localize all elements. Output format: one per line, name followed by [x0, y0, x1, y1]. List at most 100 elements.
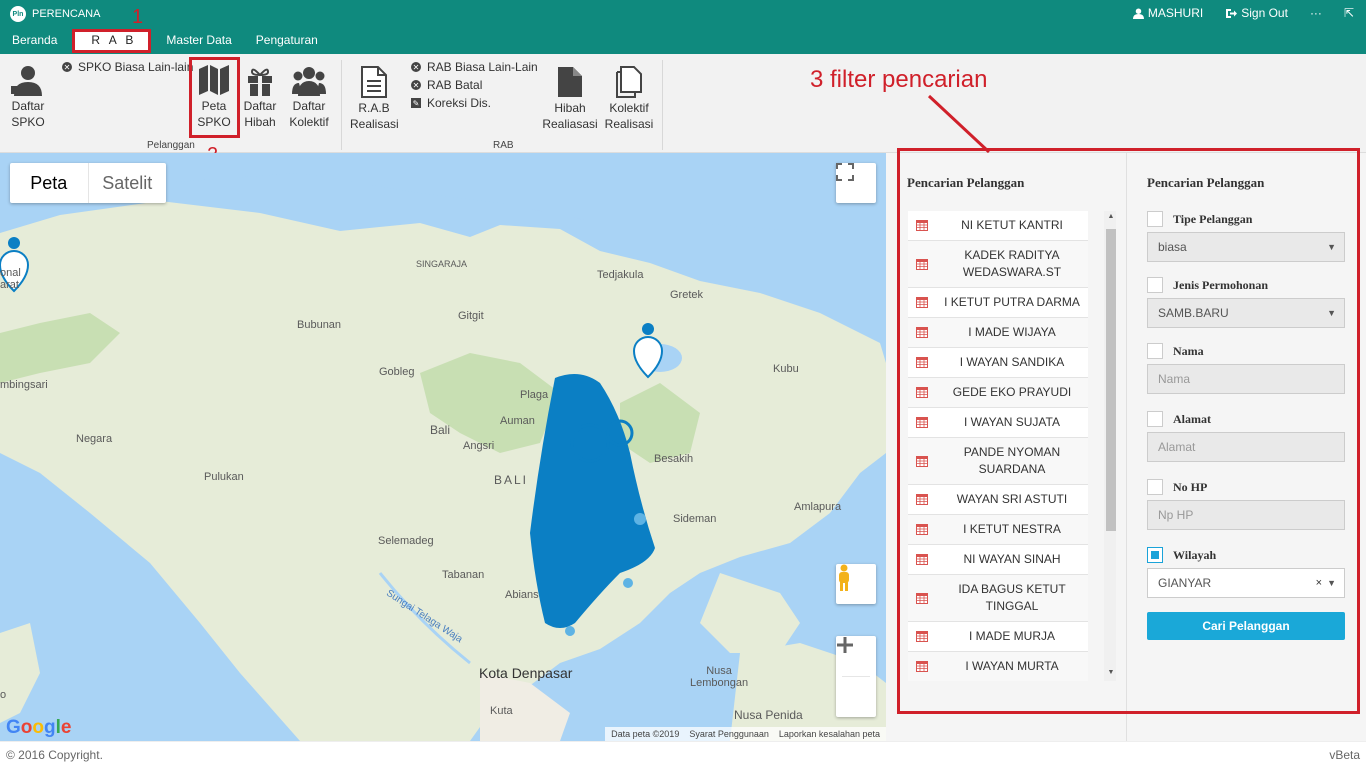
pegman-icon: [839, 564, 849, 591]
external-link-icon[interactable]: ⇱: [1344, 6, 1354, 20]
ribbon-separator: [662, 60, 663, 150]
map-label-edge-4: o: [0, 689, 7, 701]
top-bar: Pln PERENCANA MASHURI Sign Out ··· ⇱ Ber…: [0, 0, 1366, 54]
report-error-link[interactable]: Laporkan kesalahan peta: [779, 729, 880, 739]
hibah-realisasi-button[interactable]: Hibah Realiasasi: [542, 66, 598, 132]
pelanggan-group-label: Pelanggan: [147, 140, 195, 151]
rab-batal-link[interactable]: ✕ RAB Batal: [411, 78, 482, 92]
footer: © 2016 Copyright. vBeta: [0, 741, 1366, 768]
menu-beranda[interactable]: Beranda: [0, 30, 69, 52]
rab-realisasi-button[interactable]: R.A.B Realisasi: [350, 66, 399, 132]
close-circle-icon: ✕: [411, 80, 421, 90]
daftar-hibah-label-1: Daftar: [243, 99, 277, 113]
map-label-plaga: Plaga: [520, 389, 549, 401]
daftar-kolektif-label-2: Kolektif: [289, 115, 329, 129]
nusa-lembongan-line-2: Lembongan: [690, 677, 749, 689]
map-label-bali: Bali: [430, 423, 451, 437]
app-title: PERENCANA: [32, 8, 101, 20]
daftar-spko-button[interactable]: Daftar SPKO: [8, 64, 48, 130]
map-view[interactable]: SINGARAJA Tedjakula Gretek Bubunan Gitgi…: [0, 153, 886, 741]
annotation-box-peta: [189, 57, 240, 138]
map-label-tabanan: Tabanan: [442, 569, 485, 581]
map-label-edge-2: onal: [0, 267, 21, 279]
map-label-amlapura: Amlapura: [794, 501, 842, 513]
kolektif-realisasi-label-1: Kolektif: [609, 101, 649, 115]
map-label-abiansemal: Abians: [505, 589, 539, 601]
kolektif-realisasi-label-2: Realisasi: [604, 117, 654, 131]
spko-biasa-link[interactable]: ✕ SPKO Biasa Lain-lain: [62, 60, 193, 74]
map-label-negara: Negara: [76, 433, 113, 445]
map-label-bubunan: Bubunan: [297, 319, 342, 331]
rab-biasa-label: RAB Biasa Lain-Lain: [427, 60, 538, 74]
user-icon: [1132, 7, 1144, 19]
koreksi-dis-label: Koreksi Dis.: [427, 96, 492, 110]
user-name: MASHURI: [1147, 6, 1204, 20]
map-label-kuta: Kuta: [490, 705, 513, 717]
close-circle-icon: ✕: [411, 62, 421, 72]
map-label-nusa-lembongan: Nusa Lembongan: [690, 665, 748, 689]
fullscreen-button[interactable]: [836, 163, 876, 203]
map-label-gobleg: Gobleg: [379, 366, 415, 378]
menu-master-data[interactable]: Master Data: [154, 30, 243, 52]
more-menu-button[interactable]: ···: [1310, 6, 1322, 20]
copyright: © 2016 Copyright.: [6, 748, 103, 762]
map-label-gretek: Gretek: [670, 289, 704, 301]
zoom-out-icon[interactable]: [836, 636, 854, 654]
menu-rab[interactable]: R A B: [72, 29, 152, 53]
annotation-arrow: [927, 94, 991, 154]
map-label-auman: Auman: [500, 415, 535, 427]
rab-realisasi-label-2: Realisasi: [350, 117, 399, 131]
map-label-bali-region: BALI: [494, 473, 529, 487]
terms-link[interactable]: Syarat Penggunaan: [689, 729, 769, 739]
sign-out-icon: [1226, 8, 1238, 18]
map-label-sideman: Sideman: [673, 513, 717, 525]
google-logo: Google: [6, 717, 72, 738]
map-type-control: Peta Satelit: [10, 163, 166, 203]
map-type-peta[interactable]: Peta: [10, 163, 89, 203]
zoom-divider: [842, 676, 870, 677]
map-label-kubu: Kubu: [773, 363, 799, 375]
map-label-gitgit: Gitgit: [458, 310, 484, 322]
sign-out-label: Sign Out: [1241, 6, 1288, 20]
users-icon: [292, 67, 326, 96]
main-menu: Beranda R A B Master Data Pengaturan: [0, 29, 330, 53]
map-label-nusa-penida: Nusa Penida: [734, 708, 803, 722]
koreksi-dis-link[interactable]: ✎ Koreksi Dis.: [411, 96, 491, 110]
file-icon: [558, 67, 582, 97]
hibah-realisasi-label-1: Hibah: [554, 101, 586, 115]
menu-pengaturan[interactable]: Pengaturan: [244, 30, 330, 52]
user-menu[interactable]: MASHURI: [1132, 6, 1204, 20]
fullscreen-icon: [836, 163, 854, 181]
close-circle-icon: ✕: [62, 62, 72, 72]
rab-batal-label: RAB Batal: [427, 78, 483, 92]
document-icon: [361, 66, 387, 98]
daftar-spko-label-1: Daftar: [11, 99, 45, 113]
daftar-hibah-label-2: Hibah: [244, 115, 276, 129]
gift-icon: [248, 68, 272, 96]
sign-out-button[interactable]: Sign Out: [1225, 6, 1288, 20]
annotation-3: 3 filter pencarian: [810, 66, 988, 93]
kolektif-realisasi-button[interactable]: Kolektif Realisasi: [604, 66, 654, 132]
spko-biasa-label: SPKO Biasa Lain-lain: [78, 60, 194, 74]
map-label-selemadeg: Selemadeg: [378, 535, 434, 547]
map-label-tedjakula: Tedjakula: [597, 269, 644, 281]
rab-biasa-link[interactable]: ✕ RAB Biasa Lain-Lain: [411, 60, 538, 74]
zoom-control: [836, 636, 876, 717]
annotation-1: 1: [132, 6, 144, 28]
daftar-hibah-button[interactable]: Daftar Hibah: [240, 66, 280, 130]
brand[interactable]: Pln PERENCANA: [10, 6, 100, 22]
map-type-satelit[interactable]: Satelit: [89, 163, 167, 203]
ribbon-separator: [341, 60, 342, 150]
rab-realisasi-label-1: R.A.B: [358, 101, 390, 115]
street-view-pegman[interactable]: [836, 564, 876, 604]
map-data-credit: Data peta ©2019: [611, 729, 680, 739]
person-icon: [11, 66, 42, 96]
map-label-edge-1: mbingsari: [0, 379, 48, 391]
user-area: MASHURI Sign Out ··· ⇱: [1132, 6, 1354, 20]
map-label-singaraja: SINGARAJA: [416, 259, 468, 269]
daftar-kolektif-button[interactable]: Daftar Kolektif: [286, 66, 332, 130]
edit-icon: ✎: [411, 98, 421, 108]
map-label-angsri: Angsri: [463, 440, 495, 452]
daftar-spko-label-2: SPKO: [11, 115, 45, 129]
map-label-pulukan: Pulukan: [204, 471, 244, 483]
